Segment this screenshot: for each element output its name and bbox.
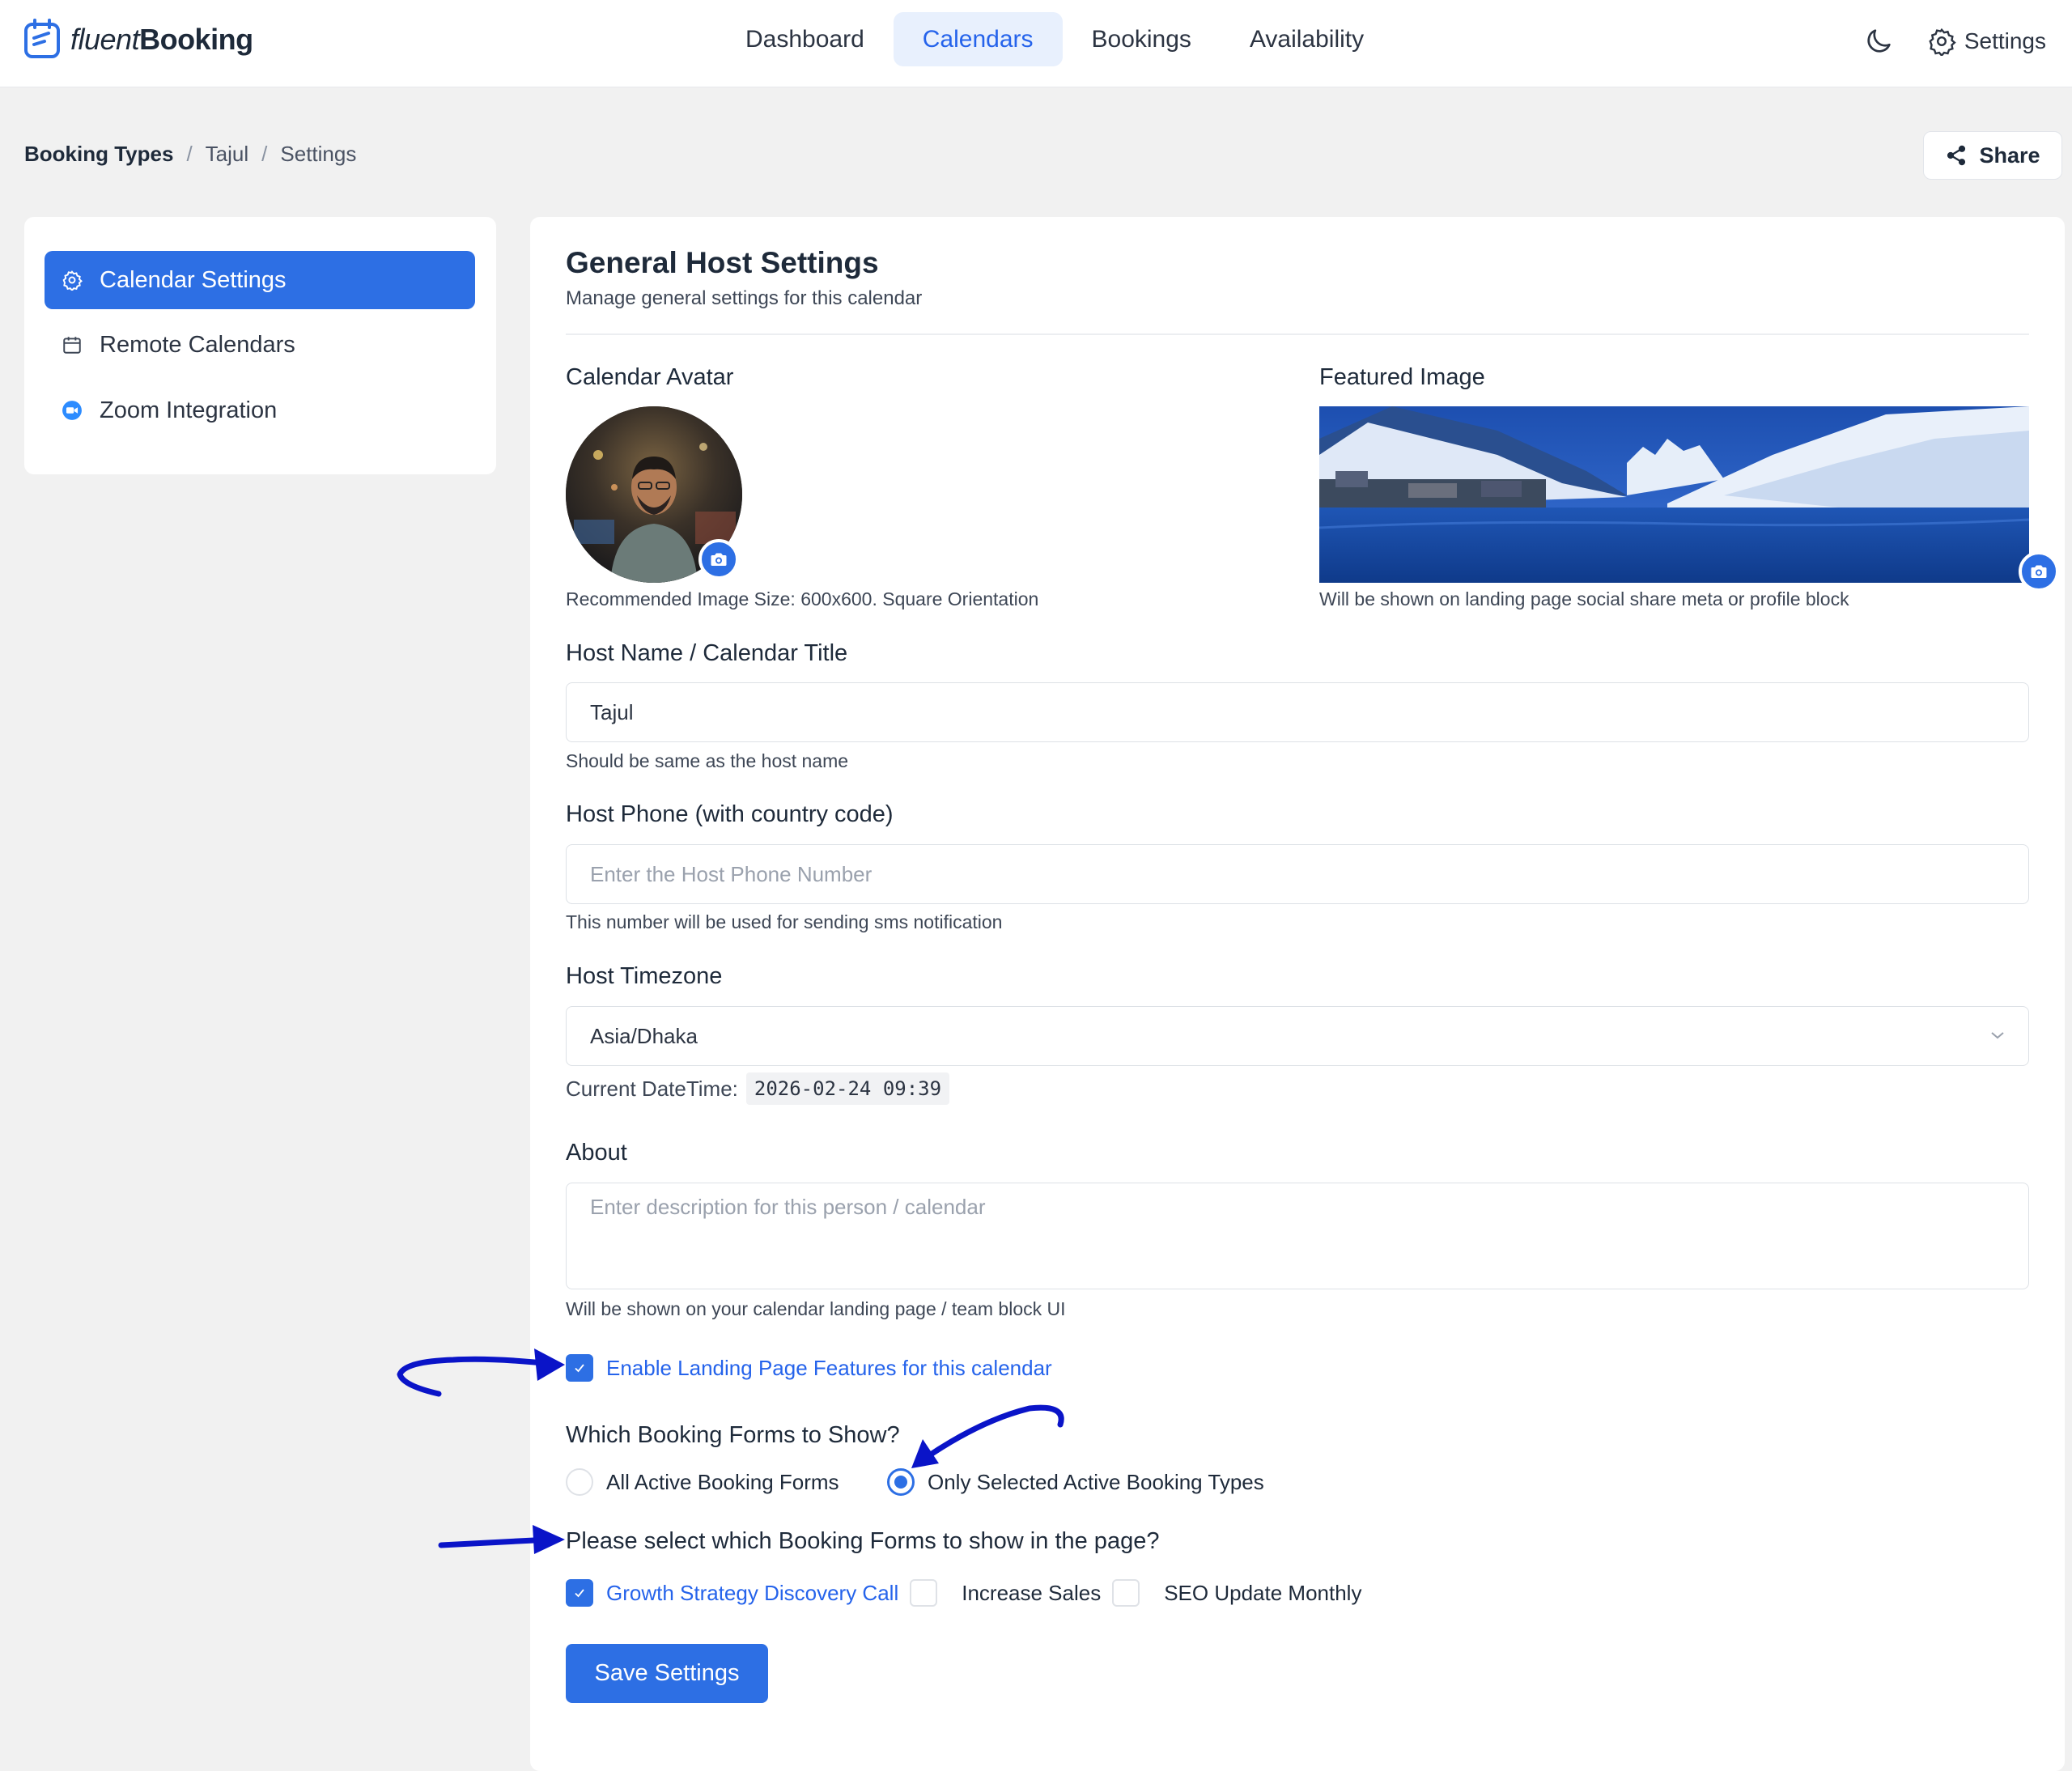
form-checkbox-growth-strategy[interactable]: Growth Strategy Discovery Call [566, 1579, 898, 1607]
brand-logo[interactable]: fluentBooking [23, 18, 253, 62]
nav-bookings[interactable]: Bookings [1063, 12, 1221, 66]
settings-sidebar: Calendar Settings Remote Calendars Zoom … [24, 217, 496, 474]
host-name-input[interactable]: Tajul [566, 682, 2029, 742]
about-label: About [566, 1140, 627, 1166]
checkbox-checked[interactable] [566, 1354, 593, 1382]
host-timezone-select[interactable]: Asia/Dhaka [566, 1006, 2029, 1066]
radio-unchecked[interactable] [566, 1468, 593, 1496]
about-help-text: Will be shown on your calendar landing p… [566, 1298, 1066, 1319]
host-name-label: Host Name / Calendar Title [566, 640, 848, 666]
page-subtitle: Manage general settings for this calenda… [566, 287, 923, 309]
form-label: Increase Sales [962, 1580, 1102, 1605]
host-phone-label: Host Phone (with country code) [566, 801, 894, 827]
booking-forms-question: Which Booking Forms to Show? [566, 1422, 900, 1448]
breadcrumb-separator: / [186, 142, 193, 166]
form-label: SEO Update Monthly [1164, 1580, 1362, 1605]
radio-only-selected-types[interactable]: Only Selected Active Booking Types [887, 1468, 1264, 1496]
form-checkbox-seo-update[interactable]: SEO Update Monthly [1112, 1579, 1361, 1607]
timezone-selected-value: Asia/Dhaka [590, 1023, 698, 1048]
current-datetime-label: Current DateTime: [566, 1076, 738, 1101]
general-settings-card: General Host Settings Manage general set… [530, 217, 2065, 1771]
nav-dashboard[interactable]: Dashboard [716, 12, 894, 66]
current-datetime-value: 2026-02-24 09:39 [745, 1072, 950, 1105]
divider [566, 333, 2029, 335]
radio-selected-label: Only Selected Active Booking Types [928, 1469, 1264, 1494]
moon-icon[interactable] [1862, 25, 1895, 57]
host-timezone-label: Host Timezone [566, 963, 723, 989]
radio-all-active-forms[interactable]: All Active Booking Forms [566, 1468, 839, 1496]
form-checkbox-increase-sales[interactable]: Increase Sales [910, 1579, 1101, 1607]
landing-page-features-label: Enable Landing Page Features for this ca… [606, 1355, 1052, 1380]
checkbox-unchecked[interactable] [910, 1579, 938, 1607]
featured-image-help-text: Will be shown on landing page social sha… [1319, 588, 1849, 609]
landing-page-features-checkbox[interactable]: Enable Landing Page Features for this ca… [566, 1354, 1052, 1382]
share-label: Share [1979, 142, 2040, 168]
booking-forms-checkbox-group: Growth Strategy Discovery Call Increase … [566, 1579, 1361, 1607]
brand-name: fluentBooking [70, 23, 253, 56]
annotation-arrow-select [438, 1537, 537, 1548]
breadcrumb-calendar[interactable]: Tajul [206, 142, 248, 167]
nav-calendars[interactable]: Calendars [893, 12, 1063, 66]
save-settings-button[interactable]: Save Settings [566, 1644, 768, 1703]
gear-icon [61, 269, 83, 291]
chevron-down-icon [1991, 1032, 2004, 1039]
main-nav: Dashboard Calendars Bookings Availabilit… [716, 12, 1393, 66]
checkbox-unchecked[interactable] [1112, 1579, 1140, 1607]
current-datetime-row: Current DateTime: 2026-02-24 09:39 [566, 1072, 950, 1105]
avatar-upload-button[interactable] [698, 539, 739, 580]
breadcrumb-separator: / [261, 142, 268, 166]
fluent-booking-logo-icon [24, 19, 60, 58]
camera-icon [711, 553, 727, 566]
header-actions: Settings [1862, 21, 2046, 62]
page-title: General Host Settings [566, 246, 879, 279]
checkmark-icon [575, 1364, 584, 1373]
sidebar-item-label: Zoom Integration [100, 397, 278, 423]
form-label: Growth Strategy Discovery Call [606, 1580, 899, 1605]
breadcrumb-booking-types[interactable]: Booking Types [24, 142, 173, 167]
breadcrumb: Booking Types / Tajul / Settings [24, 142, 356, 167]
checkmark-icon [575, 1589, 584, 1598]
sidebar-item-zoom-integration[interactable]: Zoom Integration [45, 381, 475, 440]
featured-landscape-photo [1319, 406, 2029, 583]
share-button[interactable]: Share [1923, 131, 2062, 180]
zoom-icon [61, 399, 83, 422]
calendar-avatar-label: Calendar Avatar [566, 364, 734, 390]
sidebar-item-remote-calendars[interactable]: Remote Calendars [45, 316, 475, 374]
header-settings-link[interactable]: Settings [1964, 28, 2046, 54]
nav-availability[interactable]: Availability [1221, 12, 1393, 66]
host-phone-input[interactable]: Enter the Host Phone Number [566, 844, 2029, 904]
checkbox-checked[interactable] [566, 1579, 593, 1607]
sidebar-item-calendar-settings[interactable]: Calendar Settings [45, 251, 475, 309]
gear-icon[interactable] [1927, 27, 1956, 56]
breadcrumb-current: Settings [280, 142, 357, 166]
top-bar: fluentBooking Dashboard Calendars Bookin… [0, 0, 2072, 87]
featured-image[interactable] [1319, 406, 2029, 583]
about-textarea[interactable]: Enter description for this person / cale… [566, 1183, 2029, 1289]
host-name-help-text: Should be same as the host name [566, 750, 849, 771]
featured-image-label: Featured Image [1319, 364, 1485, 390]
camera-icon [2031, 565, 2047, 578]
sidebar-item-label: Remote Calendars [100, 331, 295, 358]
sidebar-item-label: Calendar Settings [100, 266, 287, 293]
host-phone-help-text: This number will be used for sending sms… [566, 911, 1003, 932]
select-forms-question: Please select which Booking Forms to sho… [566, 1528, 1160, 1554]
avatar-help-text: Recommended Image Size: 600x600. Square … [566, 588, 1039, 609]
featured-image-upload-button[interactable] [2019, 551, 2059, 592]
share-icon [1947, 145, 1966, 166]
radio-checked[interactable] [887, 1468, 915, 1496]
calendar-icon [61, 333, 83, 356]
radio-all-label: All Active Booking Forms [606, 1469, 839, 1494]
